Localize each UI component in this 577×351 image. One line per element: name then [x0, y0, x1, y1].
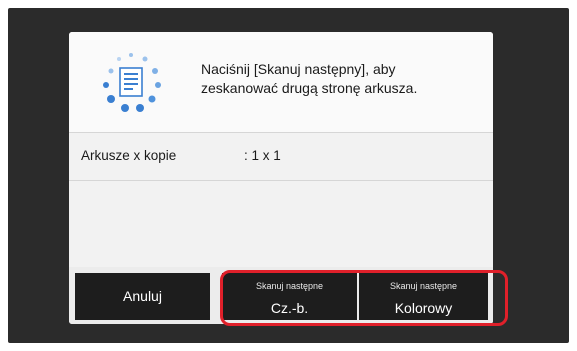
button-bar: Anuluj Skanuj następne Cz.-b. Skanuj nas…	[69, 267, 493, 324]
scan-next-bw-button[interactable]: Skanuj następne Cz.-b.	[222, 273, 357, 320]
scan-next-bw-top-label: Skanuj następne	[255, 281, 324, 291]
message-line-1: Naciśnij [Skanuj następny], aby	[201, 61, 396, 77]
scan-next-page-icon	[103, 53, 161, 112]
scan-next-color-button[interactable]: Skanuj następne Kolorowy	[359, 273, 488, 320]
instruction-message: Naciśnij [Skanuj następny], aby zeskanow…	[201, 60, 481, 98]
scan-next-bw-bottom-label: Cz.-b.	[270, 300, 309, 316]
empty-area	[69, 181, 493, 267]
scan-next-dialog: Naciśnij [Skanuj następny], aby zeskanow…	[69, 32, 493, 324]
sheets-copies-label: Arkusze x kopie	[81, 148, 177, 163]
cancel-button[interactable]: Anuluj	[75, 273, 210, 320]
sheets-copies-value: : 1 x 1	[244, 148, 281, 163]
message-line-2: zeskanować drugą stronę arkusza.	[201, 80, 418, 96]
scan-next-color-bottom-label: Kolorowy	[394, 300, 453, 316]
message-area: Naciśnij [Skanuj następny], aby zeskanow…	[69, 32, 493, 132]
scan-next-color-top-label: Skanuj następne	[389, 281, 458, 291]
sheets-copies-row: Arkusze x kopie : 1 x 1	[69, 133, 493, 180]
